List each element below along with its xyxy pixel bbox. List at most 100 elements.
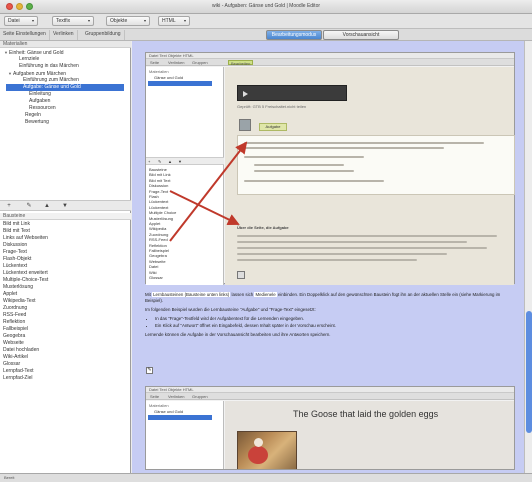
text-line [244,180,384,182]
app-window: wiki - Aufgaben: Gänse und Gold | Moodle… [0,0,532,482]
window-title: wiki - Aufgaben: Gänse und Gold | Moodle… [211,3,321,9]
block-list-item[interactable]: Wiki-Artikel [3,354,28,360]
embedded-screenshot-1: Datei Text Objekte HTML Seite Verlinken … [145,52,515,285]
figure-shape [248,446,268,464]
tree-item[interactable]: ▼Aufgaben zum Märchen [8,70,130,77]
menu-textfix[interactable]: Textfix ▾ [52,16,94,26]
paragraph: Im folgenden Beispiel wurden die Lernbau… [145,307,316,312]
tab-preview[interactable]: Vorschauansicht [323,30,399,40]
menu-html[interactable]: HTML ▾ [158,16,190,26]
block-list-item[interactable]: Fallbeispiel [3,326,28,332]
block-list-item[interactable]: Links auf Webseiten [3,235,48,241]
block-list-item[interactable]: Bild mit Link [3,221,30,227]
block-list-item[interactable]: Lückentext erweitert [3,270,48,276]
tab-edit-mode[interactable]: Bearbeitungsmodus [266,30,322,40]
preview-tree-item: Gänse und Gold [154,75,184,80]
move-up-icon: ▲ [168,159,172,164]
preview-caption: Geprüft: GTB 5 Freischaltet.nicht teilen [237,104,307,109]
preview-tree-item: Gänse und Gold [154,409,184,414]
menu-datei-label: Datei [8,18,20,24]
embedded-screenshot-2: Datei Text Objekte HTML Seite Verlinken … [145,386,515,470]
text-line [237,247,487,249]
block-list-item[interactable]: Flash-Objekt [3,256,31,262]
menu-datei[interactable]: Datei ▾ [4,16,38,26]
preview-main: The Goose that laid the golden eggs [225,401,514,469]
video-player [237,85,347,101]
paragraph-text: lassen sich [231,292,254,297]
preview-tab: Gruppen [192,394,208,399]
tree-item[interactable]: Einleitung [24,91,130,98]
block-list-item[interactable]: Multiple-Choice-Test [3,277,48,283]
tab-gruppenbildung[interactable]: Gruppenbildung [82,30,125,40]
block-list-item[interactable]: Musterlösung [3,284,33,290]
vertical-scrollbar[interactable] [524,41,532,473]
image-icon [239,119,251,131]
preview-block-item: Diskussion [149,183,169,189]
figure-shape [254,438,263,447]
tree-item[interactable]: Aufgaben [24,98,130,105]
block-list-item[interactable]: Wikipedia-Text [3,298,36,304]
tree-item-selected[interactable]: Aufgabe: Gänse und Gold [6,84,124,91]
bullet-list: In das "Frage"-Textfeld wird der Aufgabe… [155,316,515,329]
explanation-text: Mit Lernbausteinen (Bausteine unten link… [145,292,515,341]
preview-block-item: Bild mit Text [149,177,171,183]
preview-tab: Verlinken [168,394,185,399]
block-list-item[interactable]: Geogebra [3,333,25,339]
edit-icon[interactable]: ✎ [26,203,32,209]
chevron-down-icon: ▾ [143,18,146,23]
scroll-thumb[interactable] [526,311,532,433]
block-list-item[interactable]: Zuordnung [3,305,27,311]
tree-item[interactable]: Bewertung [20,119,130,126]
tree-item[interactable]: Regeln [20,112,130,119]
tree-item-label: Regeln [25,112,41,118]
tree-header: Materialien [0,41,131,48]
tab-verlinken[interactable]: Verlinken [50,30,78,40]
preview-tab: Seite [150,394,160,399]
tree-item-label: Lernziele [19,56,40,62]
preview-block-item: Zuordnung [149,231,169,237]
play-icon [243,91,248,97]
preview-block-item: Lückentext [149,204,169,210]
move-up-icon[interactable]: ▲ [44,203,50,209]
tree-item[interactable]: Ressourcen [24,105,130,112]
preview-tree-header: Materialien [149,69,169,74]
list-item: In das "Frage"-Textfeld wird der Aufgabe… [155,316,515,322]
menu-objekte[interactable]: Objekte ▾ [106,16,150,26]
block-list-item[interactable]: Lernpfad-Text [3,368,34,374]
block-list-item[interactable]: Applet [3,291,17,297]
preview-block-item: Multiple Choice [149,210,177,216]
tab-seite-einstellungen[interactable]: Seite Einstellungen [0,30,50,40]
tree-item[interactable]: Einführung in das Märchen [14,63,130,70]
preview-tab: Verlinken [168,60,185,65]
block-list-item[interactable]: Glossar [3,361,20,367]
block-list-item[interactable]: Reflektion [3,319,25,325]
menu-html-label: HTML [162,18,176,24]
preview-selection [148,81,212,86]
block-list-item[interactable]: Lernpfad-Ziel [3,375,32,381]
block-list-item[interactable]: Bild mit Text [3,228,30,234]
block-list-item[interactable]: Datei hochladen [3,347,39,353]
left-sidebar: Materialien ▼Einheit: Gänse und Gold Ler… [0,41,131,473]
text-line [237,235,497,237]
block-list-item[interactable]: Frage-Text [3,249,27,255]
highlighted-term: Lernbausteinen (Bausteine unten links) [152,292,231,297]
tree-item[interactable]: Einführung zum Märchen [18,77,130,84]
block-list-item[interactable]: Diskussion [3,242,27,248]
preview-tab: Seite [150,60,160,65]
add-icon[interactable]: + [6,203,12,209]
edit-pencil-icon[interactable]: ✎ [146,367,153,374]
menu-textfix-label: Textfix [56,18,71,24]
tree-item[interactable]: Lernziele [14,56,130,63]
tree-item-label: Einführung in das Märchen [19,63,79,69]
block-list-item[interactable]: Webseite [3,340,24,346]
story-illustration [237,431,297,469]
task-card [237,135,515,195]
block-list-item[interactable]: Lückentext [3,263,27,269]
tree-item-label: Aufgabe: Gänse und Gold [23,84,81,90]
preview-selection [148,415,212,420]
tree-item-label: Aufgaben [29,98,51,104]
tree-item-label: Einführung zum Märchen [23,77,79,83]
block-list-item[interactable]: RSS-Feed [3,312,26,318]
tree-item[interactable]: ▼Einheit: Gänse und Gold [4,49,130,56]
move-down-icon[interactable]: ▼ [62,203,68,209]
